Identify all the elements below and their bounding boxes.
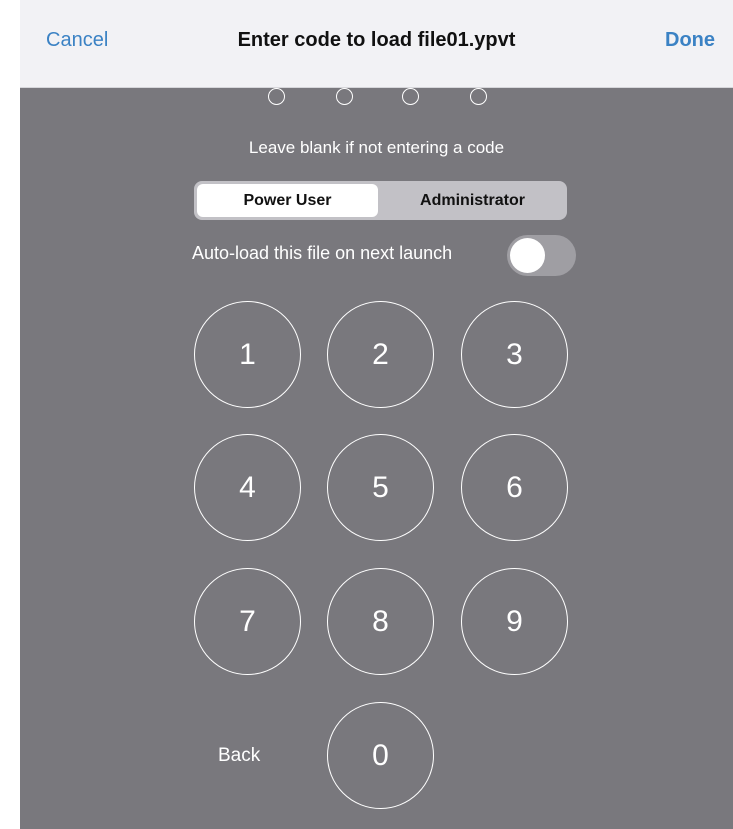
passcode-dot-3	[402, 88, 419, 105]
key-6[interactable]: 6	[461, 434, 568, 541]
hint-text: Leave blank if not entering a code	[248, 138, 505, 157]
key-2[interactable]: 2	[327, 301, 434, 408]
key-7[interactable]: 7	[194, 568, 301, 675]
passcode-sheet: Cancel Enter code to load file01.ypvt Do…	[20, 0, 733, 829]
key-9[interactable]: 9	[461, 568, 568, 675]
passcode-dot-1	[268, 88, 285, 105]
passcode-dot-2	[336, 88, 353, 105]
autoload-label: Auto-load this file on next launch	[192, 243, 453, 263]
done-button[interactable]: Done	[665, 29, 715, 52]
role-segmented-control: Power User Administrator	[194, 181, 567, 220]
key-3[interactable]: 3	[461, 301, 568, 408]
navigation-bar: Cancel Enter code to load file01.ypvt Do…	[20, 0, 733, 88]
segment-power-user[interactable]: Power User	[197, 184, 378, 217]
autoload-toggle[interactable]	[507, 235, 576, 276]
segment-administrator[interactable]: Administrator	[381, 184, 564, 217]
passcode-dot-4	[470, 88, 487, 105]
sheet-title: Enter code to load file01.ypvt	[237, 29, 516, 51]
back-button[interactable]: Back	[218, 745, 260, 767]
toggle-knob	[510, 238, 545, 273]
key-0[interactable]: 0	[327, 702, 434, 809]
key-8[interactable]: 8	[327, 568, 434, 675]
key-1[interactable]: 1	[194, 301, 301, 408]
passcode-panel: Leave blank if not entering a code Power…	[20, 88, 733, 829]
key-5[interactable]: 5	[327, 434, 434, 541]
key-4[interactable]: 4	[194, 434, 301, 541]
